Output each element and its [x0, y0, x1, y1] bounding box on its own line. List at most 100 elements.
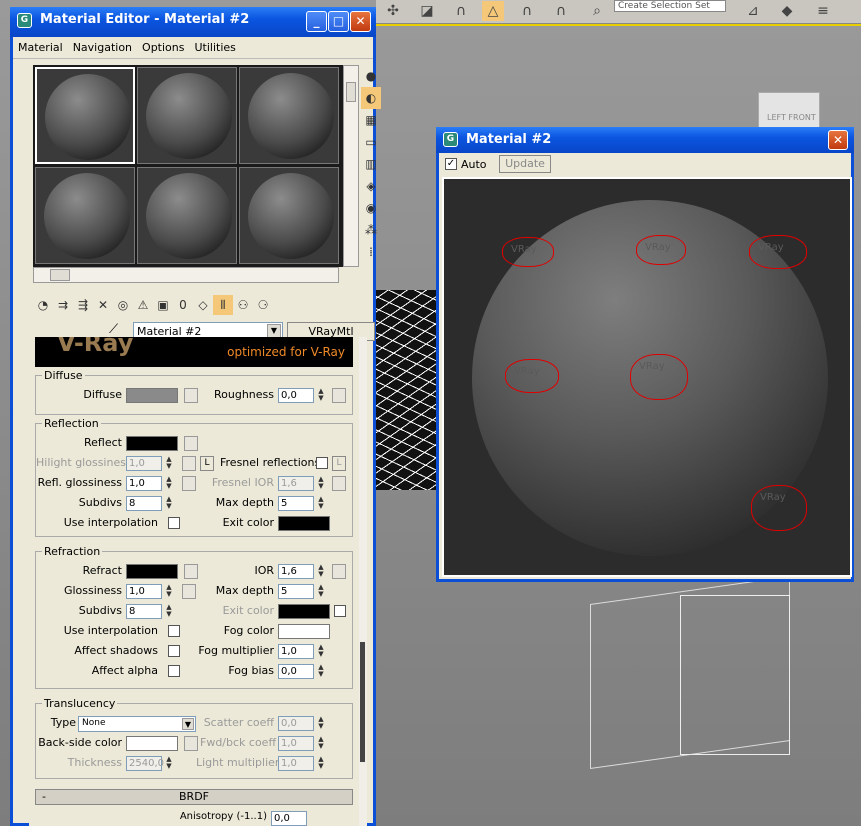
lock-fresnel-button[interactable]: L: [332, 456, 346, 471]
menu-navigation[interactable]: Navigation: [68, 37, 137, 54]
spinner-arrows[interactable]: ▲ ▼: [316, 388, 326, 403]
refl-use-interpolation-checkbox[interactable]: [168, 517, 180, 529]
show-end-result-icon[interactable]: ⫴: [213, 295, 233, 315]
layer-icon[interactable]: ≡: [812, 1, 834, 21]
scroll-thumb[interactable]: [360, 642, 365, 762]
translucency-type-dropdown[interactable]: None ▼: [78, 716, 196, 732]
chevron-down-icon[interactable]: ▼: [182, 718, 194, 730]
make-unique-icon[interactable]: ⚠: [133, 295, 153, 315]
get-material-icon[interactable]: ◔: [33, 295, 53, 315]
fwd-bck-coeff-spinner[interactable]: 1,0: [278, 736, 314, 751]
spinner-arrows[interactable]: ▲ ▼: [316, 736, 326, 751]
angle-snap-icon[interactable]: △: [482, 1, 504, 21]
put-to-library-icon[interactable]: ▣: [153, 295, 173, 315]
refr-exit-color-checkbox[interactable]: [334, 605, 346, 617]
anisotropy-spinner[interactable]: 0,0: [271, 811, 307, 826]
auto-checkbox[interactable]: ✓: [445, 158, 457, 170]
menu-material[interactable]: Material: [13, 37, 68, 54]
spinner-arrows[interactable]: ▲ ▼: [164, 756, 174, 771]
fresnel-reflections-checkbox[interactable]: [316, 457, 328, 469]
spinner-arrows[interactable]: ▲ ▼: [316, 644, 326, 659]
refr-subdivs-spinner[interactable]: 8: [126, 604, 162, 619]
options-icon[interactable]: ◉: [361, 197, 381, 219]
preview-close-button[interactable]: ✕: [828, 130, 848, 150]
snap-icon[interactable]: ∩: [450, 1, 472, 21]
spinner-arrows[interactable]: ▲ ▼: [164, 496, 174, 511]
material-id-icon[interactable]: 0: [173, 295, 193, 315]
sample-slot-6[interactable]: [239, 167, 339, 264]
fog-multiplier-spinner[interactable]: 1,0: [278, 644, 314, 659]
go-to-parent-icon[interactable]: ⚇: [233, 295, 253, 315]
fresnel-ior-map-button[interactable]: [332, 476, 346, 491]
hilight-map-button[interactable]: [182, 456, 196, 471]
material-navigator-icon[interactable]: ⁞: [361, 241, 381, 263]
maximize-button[interactable]: □: [328, 11, 349, 32]
spinner-arrows[interactable]: ▲ ▼: [316, 716, 326, 731]
box-icon[interactable]: ◪: [416, 1, 438, 21]
spinner-arrows[interactable]: ▲ ▼: [316, 564, 326, 579]
viewcube[interactable]: LEFT FRONT: [758, 92, 820, 128]
affect-alpha-checkbox[interactable]: [168, 665, 180, 677]
roughness-spinner[interactable]: 0,0: [278, 388, 314, 403]
sample-type-icon[interactable]: ●: [361, 65, 381, 87]
spinner-arrows[interactable]: ▲ ▼: [164, 476, 174, 491]
back-side-map-button[interactable]: [184, 736, 198, 751]
refr-use-interpolation-checkbox[interactable]: [168, 625, 180, 637]
selection-set-dropdown[interactable]: Create Selection Set: [614, 0, 726, 12]
video-color-check-icon[interactable]: ▥: [361, 153, 381, 175]
refr-gloss-map-button[interactable]: [182, 584, 196, 599]
percent-snap-icon[interactable]: ∩: [516, 1, 538, 21]
put-to-scene-icon[interactable]: ⇉: [53, 295, 73, 315]
refl-max-depth-spinner[interactable]: 5: [278, 496, 314, 511]
sample-slot-3[interactable]: [239, 67, 339, 164]
refl-subdivs-spinner[interactable]: 8: [126, 496, 162, 511]
reset-map-icon[interactable]: ✕: [93, 295, 113, 315]
fog-bias-spinner[interactable]: 0,0: [278, 664, 314, 679]
diffuse-color-swatch[interactable]: [126, 388, 178, 403]
refr-glossiness-spinner[interactable]: 1,0: [126, 584, 162, 599]
sample-slot-5[interactable]: [137, 167, 237, 264]
spinner-arrows[interactable]: ▲ ▼: [164, 604, 174, 619]
roughness-map-button[interactable]: [332, 388, 346, 403]
backlight-icon[interactable]: ◐: [361, 87, 381, 109]
refr-exit-color-swatch[interactable]: [278, 604, 330, 619]
spinner-arrows[interactable]: ▲ ▼: [316, 496, 326, 511]
preview-titlebar[interactable]: G Material #2 ✕: [436, 127, 854, 153]
diffuse-map-button[interactable]: [184, 388, 198, 403]
sample-slot-4[interactable]: [35, 167, 135, 264]
refl-glossiness-spinner[interactable]: 1,0: [126, 476, 162, 491]
menu-utilities[interactable]: Utilities: [189, 37, 240, 54]
light-multiplier-spinner[interactable]: 1,0: [278, 756, 314, 771]
brdf-rollout-header[interactable]: - BRDF: [35, 789, 353, 805]
fresnel-ior-spinner[interactable]: 1,6: [278, 476, 314, 491]
copy-material-icon[interactable]: ◎: [113, 295, 133, 315]
ior-spinner[interactable]: 1,6: [278, 564, 314, 579]
refract-color-swatch[interactable]: [126, 564, 178, 579]
go-forward-icon[interactable]: ⚆: [253, 295, 273, 315]
minimize-button[interactable]: _: [306, 11, 327, 32]
sample-slot-2[interactable]: [137, 67, 237, 164]
rollout-scrollbar[interactable]: [359, 337, 367, 826]
transform-icon[interactable]: ✣: [382, 1, 404, 21]
reflect-color-swatch[interactable]: [126, 436, 178, 451]
select-by-material-icon[interactable]: ⁂: [361, 219, 381, 241]
spinner-snap-icon[interactable]: ∩: [550, 1, 572, 21]
spinner-arrows[interactable]: ▲ ▼: [164, 456, 174, 471]
affect-shadows-checkbox[interactable]: [168, 645, 180, 657]
pick-material-icon[interactable]: ⟋: [109, 322, 118, 337]
refr-max-depth-spinner[interactable]: 5: [278, 584, 314, 599]
align-icon[interactable]: ◆: [776, 1, 798, 21]
sample-slot-1[interactable]: [35, 67, 135, 164]
spinner-arrows[interactable]: ▲ ▼: [316, 584, 326, 599]
material-editor-titlebar[interactable]: G Material Editor - Material #2 _ □ ✕: [10, 7, 376, 37]
fog-color-swatch[interactable]: [278, 624, 330, 639]
reflect-map-button[interactable]: [184, 436, 198, 451]
menu-options[interactable]: Options: [137, 37, 189, 54]
ior-map-button[interactable]: [332, 564, 346, 579]
background-icon[interactable]: ▦: [361, 109, 381, 131]
scroll-thumb[interactable]: [346, 82, 356, 102]
refl-exit-color-swatch[interactable]: [278, 516, 330, 531]
refl-gloss-map-button[interactable]: [182, 476, 196, 491]
chevron-down-icon[interactable]: ▼: [267, 324, 281, 338]
close-button[interactable]: ✕: [350, 11, 371, 32]
